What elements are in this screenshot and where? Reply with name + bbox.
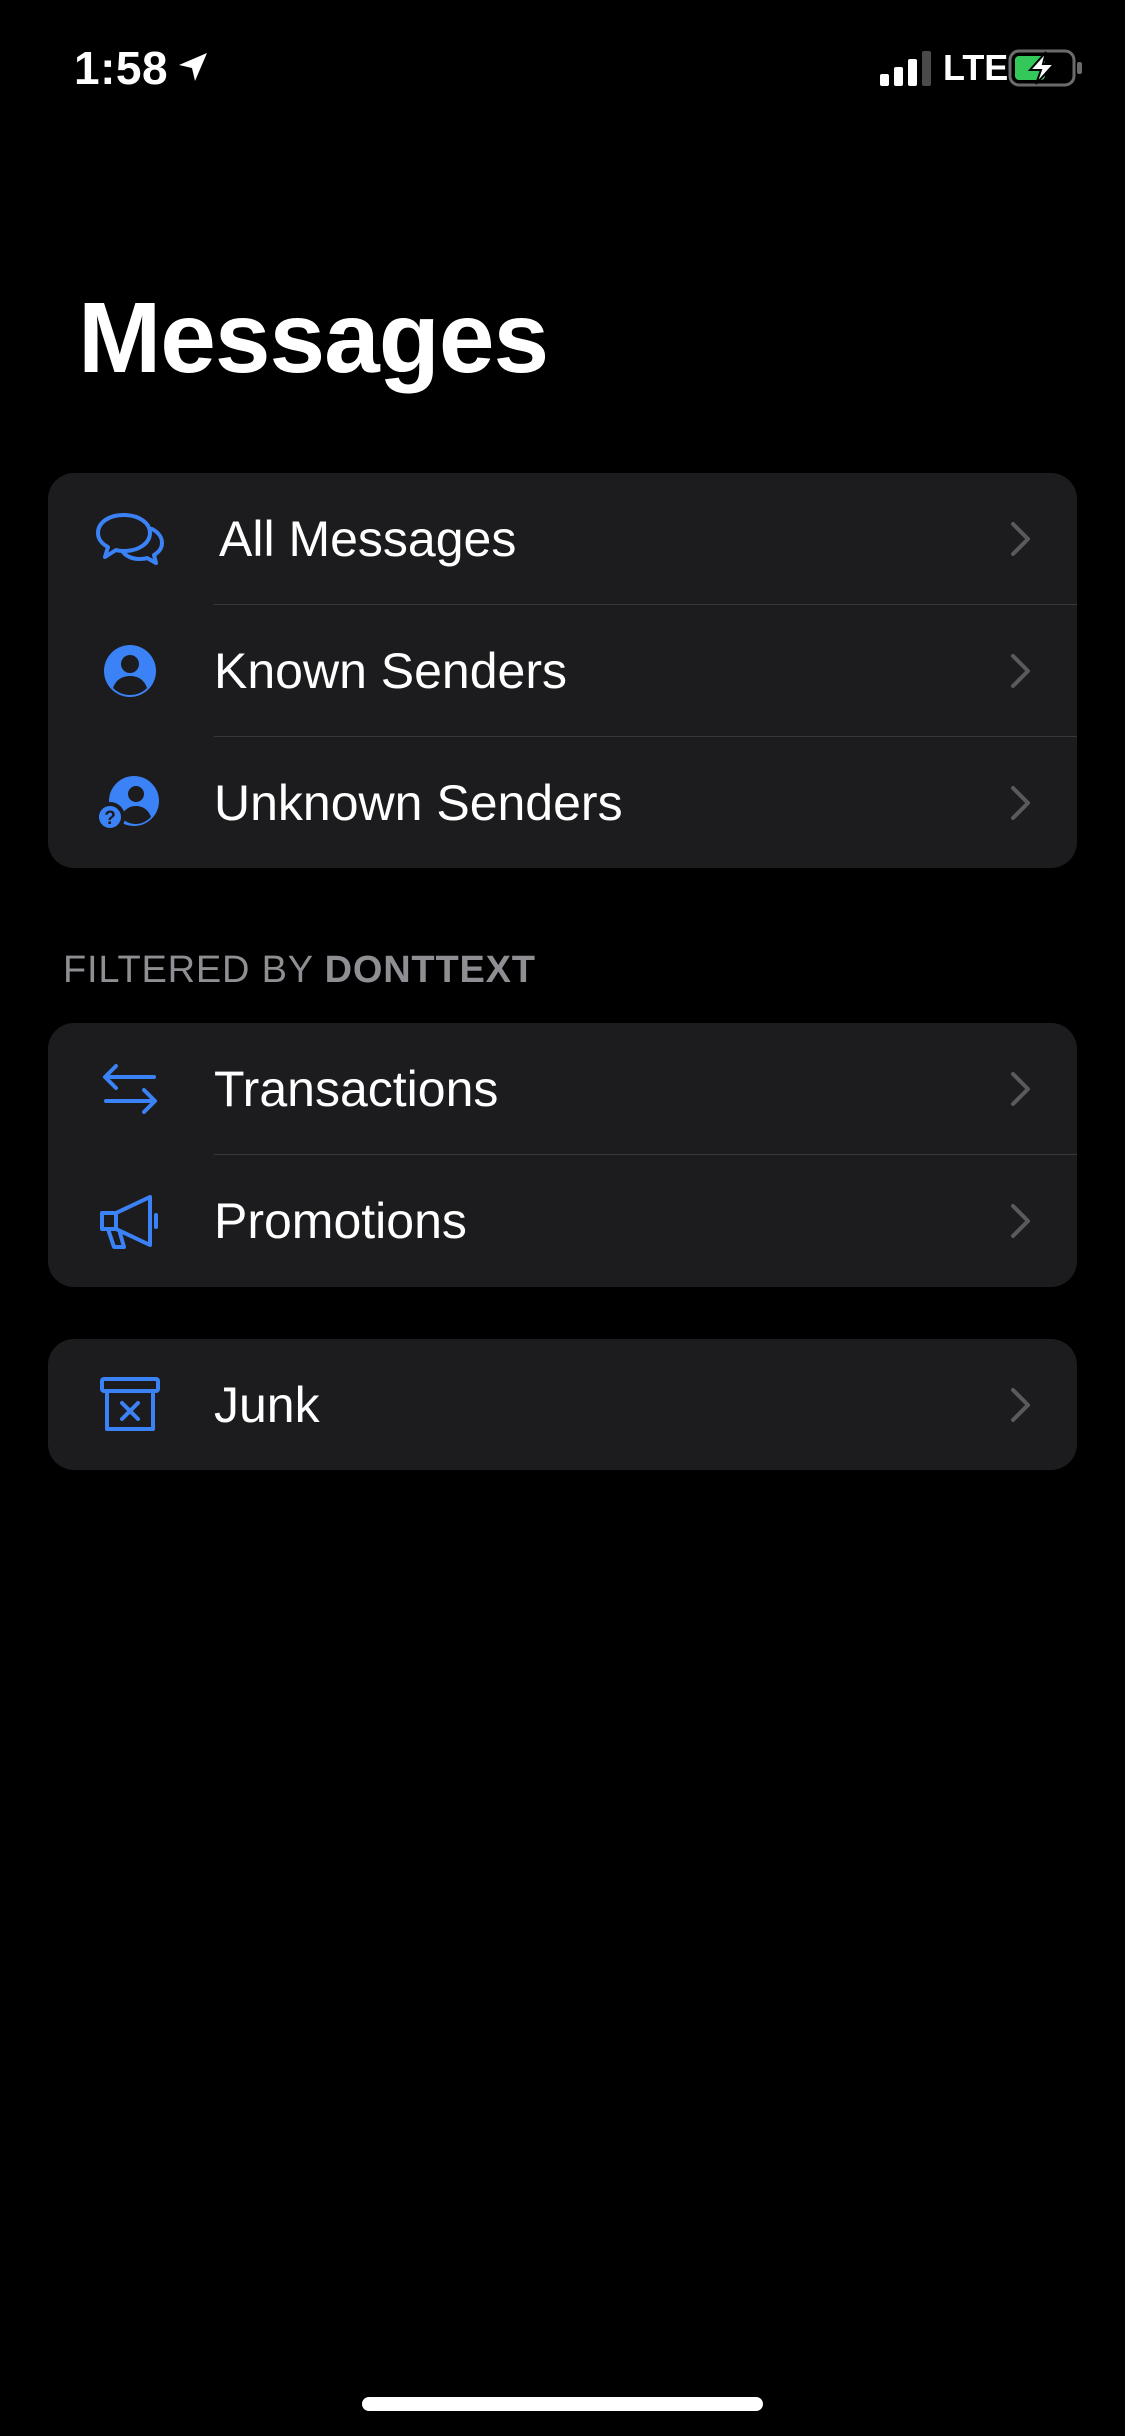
row-label: Promotions: [214, 1193, 467, 1249]
location-arrow-icon: [179, 53, 207, 81]
row-known-senders[interactable]: Known Senders: [48, 605, 1077, 737]
signal-strength-icon: [880, 51, 931, 86]
row-unknown-senders[interactable]: ? Unknown Senders: [48, 737, 1077, 868]
home-indicator[interactable]: [362, 2397, 763, 2411]
megaphone-icon: [100, 1195, 158, 1249]
person-circle-icon: [104, 645, 156, 697]
chevron-right-icon: [1011, 1072, 1030, 1106]
filtered-list: Transactions Promotions: [48, 1023, 1077, 1287]
person-question-icon: ?: [95, 776, 159, 832]
section-header-filtered: FILTERED BY DONTTEXT: [63, 945, 536, 995]
row-transactions[interactable]: Transactions: [48, 1023, 1077, 1155]
row-label: Transactions: [214, 1061, 499, 1117]
junk-bin-icon: [100, 1377, 160, 1431]
chevron-right-icon: [1011, 1204, 1030, 1238]
svg-text:?: ?: [104, 808, 116, 829]
row-label: Junk: [214, 1377, 320, 1433]
row-label: Unknown Senders: [214, 775, 623, 831]
chat-bubbles-icon: [96, 513, 164, 565]
row-promotions[interactable]: Promotions: [48, 1155, 1077, 1287]
chevron-right-icon: [1011, 1388, 1030, 1422]
row-all-messages[interactable]: All Messages: [48, 473, 1077, 605]
chevron-right-icon: [1011, 522, 1030, 556]
arrows-left-right-icon: [103, 1064, 157, 1114]
sender-groups-list: All Messages Known Senders ? Unknown Sen…: [48, 473, 1077, 868]
row-label: Known Senders: [214, 643, 568, 699]
status-time: 1:58: [74, 42, 169, 94]
section-header-brand: DONTTEXT: [324, 949, 536, 991]
row-label: All Messages: [219, 511, 517, 567]
chevron-right-icon: [1011, 654, 1030, 688]
page-title: Messages: [78, 282, 549, 394]
battery-charging-icon: [1008, 49, 1082, 87]
network-type: LTE: [943, 47, 1009, 88]
chevron-right-icon: [1011, 786, 1030, 820]
row-junk[interactable]: Junk: [48, 1339, 1077, 1470]
junk-list: Junk: [48, 1339, 1077, 1470]
status-bar: 1:58 LTE: [0, 0, 1125, 132]
section-header-prefix: FILTERED BY: [63, 949, 314, 991]
